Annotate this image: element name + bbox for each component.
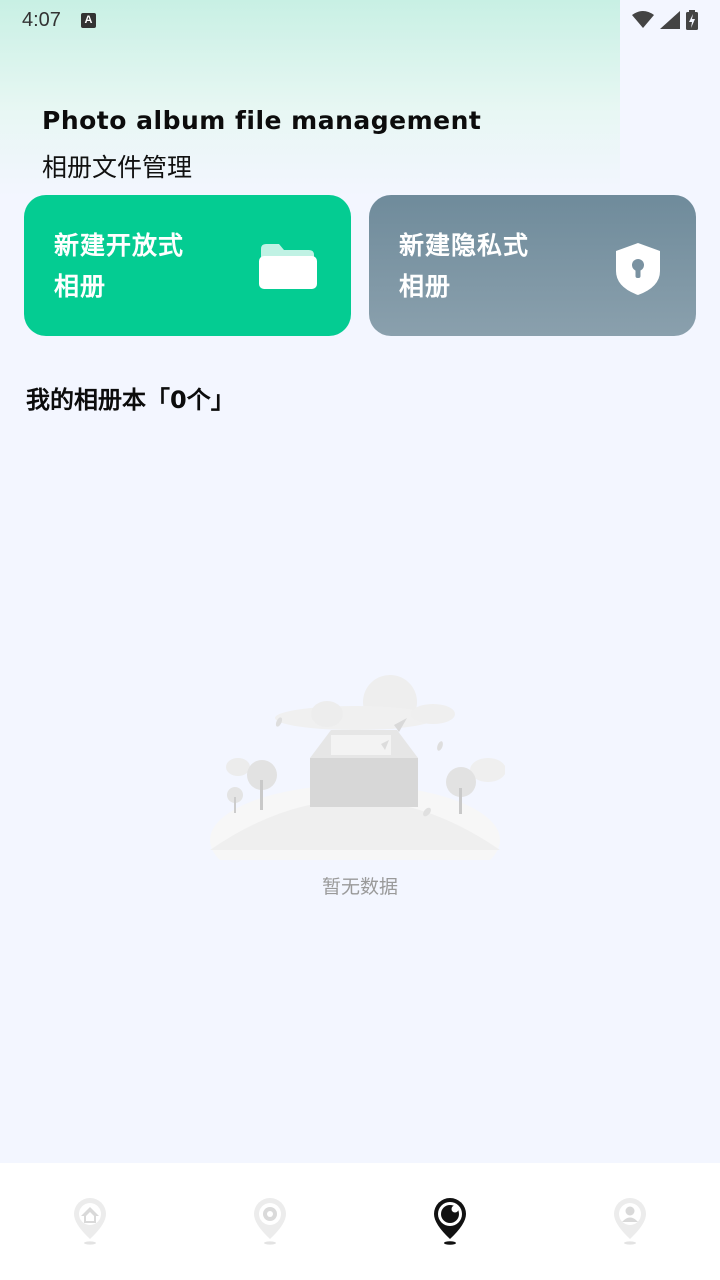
folder-icon: [259, 244, 317, 289]
home-icon: [74, 1198, 106, 1245]
status-time: 4:07: [22, 8, 61, 31]
notification-icon: A: [80, 12, 96, 28]
bottom-nav: [0, 1163, 720, 1280]
nav-home[interactable]: [0, 1163, 180, 1280]
new-private-album-button[interactable]: 新建隐私式 相册: [369, 195, 696, 336]
empty-box-illustration: [210, 675, 505, 860]
new-open-album-label: 新建开放式 相册: [54, 230, 185, 301]
status-bar: 4:07 A: [0, 0, 720, 40]
new-private-album-label: 新建隐私式 相册: [399, 230, 530, 301]
nav-location[interactable]: [180, 1163, 360, 1280]
page-title-cn: 相册文件管理: [42, 153, 193, 182]
profile-icon: [614, 1198, 646, 1245]
nav-camera[interactable]: [360, 1163, 540, 1280]
new-open-album-button[interactable]: 新建开放式 相册: [24, 195, 351, 336]
nav-profile[interactable]: [540, 1163, 720, 1280]
camera-lens-icon: [434, 1198, 466, 1245]
wifi-icon: [632, 11, 654, 28]
album-section-title: 我的相册本「0个」: [26, 386, 235, 414]
location-icon: [254, 1198, 286, 1245]
battery-charging-icon: [686, 10, 698, 30]
signal-icon: [660, 11, 680, 29]
empty-state-text: 暂无数据: [321, 876, 398, 898]
page-title-en: Photo album file management: [42, 106, 482, 135]
shield-lock-icon: [616, 243, 660, 295]
